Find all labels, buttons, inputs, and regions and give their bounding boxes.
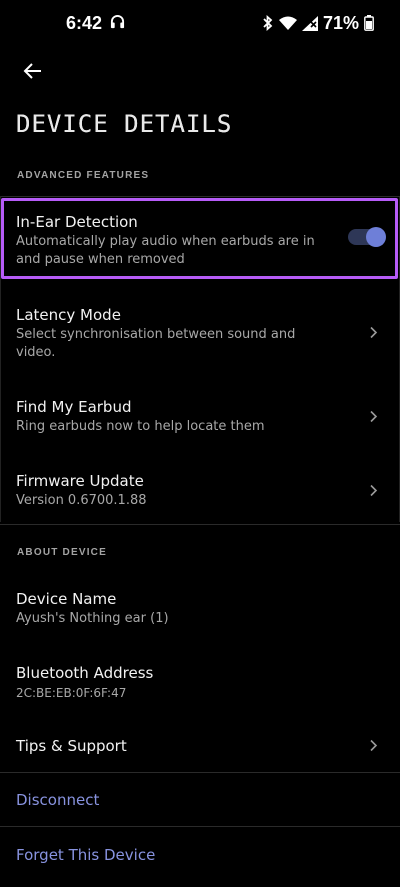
bluetooth-address-value: 2C:BE:EB:0F:6F:47 (16, 686, 127, 700)
highlight-box (1, 198, 398, 279)
battery-icon (364, 15, 374, 31)
chevron-right-icon (370, 324, 378, 343)
find-my-earbud-row[interactable]: Find My Earbud Ring earbuds now to help … (0, 397, 400, 437)
chevron-right-icon (370, 482, 378, 501)
divider (0, 524, 400, 525)
firmware-update-row[interactable]: Firmware Update Version 0.6700.1.88 (0, 471, 400, 511)
back-button[interactable] (18, 56, 48, 86)
divider (0, 826, 400, 827)
latency-mode-row[interactable]: Latency Mode Select synchronisation betw… (0, 305, 400, 361)
page-title: DEVICE DETAILS (16, 110, 233, 138)
battery-percent: 71% (322, 12, 359, 33)
bluetooth-address-title: Bluetooth Address (16, 664, 154, 682)
device-name-title: Device Name (16, 590, 117, 608)
status-bar: 6:42 71% (0, 0, 400, 46)
device-name-row: Device Name Ayush's Nothing ear (1) (0, 589, 400, 629)
forget-device-button[interactable]: Forget This Device (16, 846, 155, 864)
chevron-right-icon (370, 408, 378, 427)
latency-mode-subtitle: Select synchronisation between sound and… (16, 327, 296, 360)
section-header-advanced: ADVANCED FEATURES (17, 170, 150, 181)
tips-support-title: Tips & Support (16, 737, 127, 755)
find-my-earbud-title: Find My Earbud (16, 398, 132, 416)
status-right: 71% (262, 13, 374, 34)
latency-mode-title: Latency Mode (16, 306, 121, 324)
find-my-earbud-subtitle: Ring earbuds now to help locate them (16, 419, 265, 434)
disconnect-button[interactable]: Disconnect (16, 791, 99, 809)
headphones-icon (110, 13, 125, 34)
section-header-about: ABOUT DEVICE (17, 547, 107, 558)
divider (0, 772, 400, 773)
back-arrow-icon (23, 63, 41, 79)
bluetooth-icon (262, 15, 274, 31)
signal-icon (301, 15, 318, 31)
divider (1, 196, 400, 197)
bluetooth-address-row: Bluetooth Address 2C:BE:EB:0F:6F:47 (0, 663, 400, 703)
firmware-version: Version 0.6700.1.88 (16, 493, 147, 508)
firmware-update-title: Firmware Update (16, 472, 144, 490)
device-name-value: Ayush's Nothing ear (1) (16, 611, 169, 626)
wifi-icon (278, 16, 297, 30)
status-time: 6:42 (66, 12, 103, 33)
tips-support-row[interactable]: Tips & Support (0, 736, 400, 756)
status-left: 6:42 (66, 13, 125, 34)
chevron-right-icon (370, 737, 378, 756)
